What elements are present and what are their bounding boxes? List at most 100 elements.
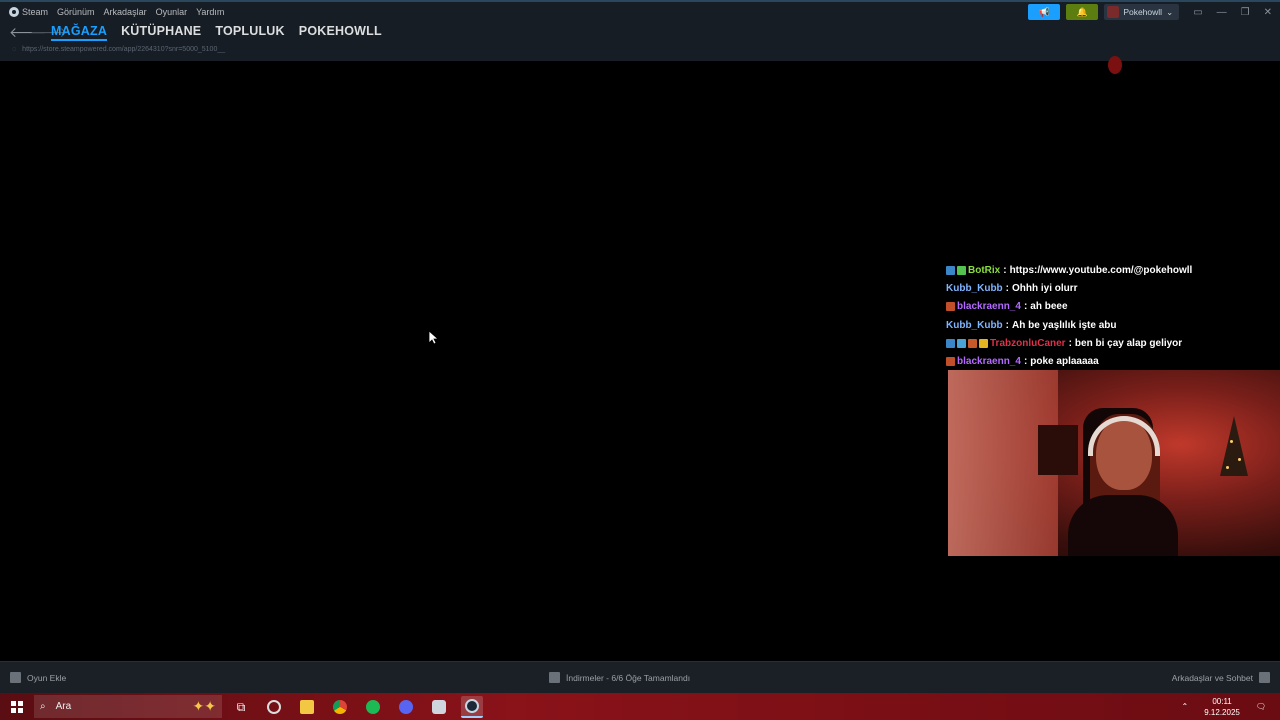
chat-badge-icon — [946, 338, 955, 348]
chat-username: TrabzonluCaner — [990, 337, 1066, 349]
tab-community[interactable]: TOPLULUK — [215, 24, 284, 41]
clock-date: 9.12.2025 — [1204, 707, 1240, 717]
webcam-overlay — [948, 370, 1280, 556]
close-icon[interactable]: ✕ — [1264, 7, 1272, 18]
nav-tabs: MAĞAZA KÜTÜPHANE TOPLULUK POKEHOWLL — [51, 24, 382, 41]
downloads-button[interactable]: İndirmeler - 6/6 Öğe Tamamlandı — [549, 672, 690, 683]
chat-badge-icon — [946, 357, 955, 367]
chat-text: Ah be yaşlılık işte abu — [1012, 319, 1117, 331]
menu-view[interactable]: Görünüm — [57, 7, 95, 17]
tab-store[interactable]: MAĞAZA — [51, 24, 108, 41]
menu-steam[interactable]: Steam — [9, 7, 48, 17]
clock-time: 00:11 — [1212, 696, 1232, 706]
back-arrow-icon[interactable]: 🡐 — [9, 24, 47, 41]
chat-badge-icon — [957, 338, 966, 348]
system-tray: ⌃ 00:11 9.12.2025 🗨 — [1182, 693, 1280, 720]
chat-badge-icon — [946, 265, 955, 275]
steam-header: Steam Görünüm Arkadaşlar Oyunlar Yardım … — [0, 0, 1280, 61]
add-game-button[interactable]: Oyun Ekle — [10, 672, 66, 683]
menu-help[interactable]: Yardım — [196, 7, 224, 17]
url-bar: ◌ https://store.steampowered.com/app/226… — [12, 46, 225, 53]
stream-chat-overlay: BotRix: https://www.youtube.com/@pokehowl… — [946, 261, 1192, 371]
chat-text: poke aplaaaaa — [1030, 356, 1099, 368]
tree-light — [1230, 440, 1233, 443]
steam-bottom-bar: Oyun Ekle İndirmeler - 6/6 Öğe Tamamland… — [0, 661, 1280, 693]
chat-username: blackraenn_4 — [957, 301, 1021, 313]
forward-arrow-icon[interactable]: 🡒 — [30, 24, 68, 41]
stream-watermark-logo — [1108, 56, 1122, 74]
chat-separator: : — [1068, 337, 1072, 349]
friends-chat-button[interactable]: Arkadaşlar ve Sohbet — [1172, 672, 1270, 683]
notification-center-icon[interactable]: 🗨 — [1256, 702, 1266, 711]
chat-text: https://www.youtube.com/@pokehowll — [1009, 264, 1193, 276]
header-actions: 📢 🔔 Pokehowll ⌄ ▭ — ❐ ✕ — [1028, 4, 1272, 20]
account-name: Pokehowll — [1123, 7, 1163, 17]
chat-separator: : — [1005, 282, 1009, 294]
monitor-icon[interactable]: ▭ — [1193, 7, 1202, 18]
chat-message: blackraenn_4: poke aplaaaaa — [946, 352, 1192, 370]
chat-message: Kubb_Kubb: Ah be yaşlılık işte abu — [946, 316, 1192, 334]
chat-message: TrabzonluCaner: ben bi çay alap geliyor — [946, 334, 1192, 352]
spotify-icon[interactable] — [362, 696, 384, 718]
christmas-tree — [1220, 416, 1248, 476]
tree-light — [1226, 466, 1229, 469]
chat-text: Ohhh iyi olurr — [1012, 282, 1078, 294]
search-icon: ⌕ — [40, 701, 46, 712]
chevron-up-icon[interactable]: ⌃ — [1182, 702, 1189, 711]
chat-username: Kubb_Kubb — [946, 319, 1003, 331]
chat-separator: : — [1003, 264, 1007, 276]
account-menu[interactable]: Pokehowll ⌄ — [1104, 4, 1180, 20]
streamer-body — [1068, 495, 1178, 556]
steam-taskbar-icon[interactable] — [461, 696, 483, 718]
restore-icon[interactable]: ❐ — [1241, 7, 1250, 18]
tab-library[interactable]: KÜTÜPHANE — [121, 24, 201, 41]
performance-monitor-icon[interactable] — [263, 696, 285, 718]
notifications-button[interactable]: 🔔 — [1066, 4, 1099, 20]
download-icon — [549, 672, 560, 683]
chat-message: blackraenn_4: ah beee — [946, 298, 1192, 316]
megaphone-icon: 📢 — [1038, 6, 1050, 17]
loading-icon: ◌ — [12, 46, 17, 53]
chat-text: ah beee — [1030, 301, 1068, 313]
avatar — [1107, 6, 1120, 18]
plus-icon — [10, 672, 21, 683]
chat-username: BotRix — [968, 264, 1001, 276]
obs-icon[interactable] — [428, 696, 450, 718]
chat-separator: : — [1023, 356, 1028, 368]
chat-username: blackraenn_4 — [957, 356, 1021, 368]
window-controls: ▭ — ❐ ✕ — [1193, 7, 1272, 18]
sparkle-icon: ✦✦ — [192, 698, 216, 714]
url-text[interactable]: https://store.steampowered.com/app/22643… — [22, 46, 225, 53]
chat-separator: : — [1005, 319, 1009, 331]
taskbar-apps: ⧉ — [230, 696, 483, 718]
chat-message: BotRix: https://www.youtube.com/@pokehowl… — [946, 261, 1192, 279]
minimize-icon[interactable]: — — [1217, 7, 1227, 18]
chat-badge-icon — [979, 338, 988, 348]
chat-badge-icon — [946, 302, 955, 312]
task-view-icon[interactable]: ⧉ — [230, 696, 252, 718]
menu-games[interactable]: Oyunlar — [156, 7, 188, 17]
taskbar-search[interactable]: ⌕ Ara ✦✦ — [34, 695, 222, 718]
steam-logo-icon — [9, 7, 19, 17]
tree-light — [1238, 458, 1241, 461]
windows-taskbar: ⌕ Ara ✦✦ ⧉ ⌃ 00:11 9.12.2025 🗨 — [0, 693, 1280, 720]
chat-message: Kubb_Kubb: Ohhh iyi olurr — [946, 279, 1192, 297]
windows-start-icon[interactable] — [11, 701, 23, 713]
chat-username: Kubb_Kubb — [946, 282, 1003, 294]
search-input[interactable]: Ara — [56, 701, 72, 712]
steam-nav: 🡐 🡒 MAĞAZA KÜTÜPHANE TOPLULUK POKEHOWLL — [9, 24, 382, 41]
chat-text: ben bi çay alap geliyor — [1074, 337, 1183, 349]
taskbar-clock[interactable]: 00:11 9.12.2025 — [1204, 696, 1240, 718]
chat-separator: : — [1023, 301, 1028, 313]
chat-badge-icon — [957, 265, 966, 275]
steam-menubar: Steam Görünüm Arkadaşlar Oyunlar Yardım — [9, 7, 224, 17]
webcam-shelf — [1038, 425, 1078, 475]
chevron-down-icon: ⌄ — [1166, 6, 1174, 17]
discord-icon[interactable] — [395, 696, 417, 718]
bell-icon: 🔔 — [1076, 6, 1088, 17]
menu-friends[interactable]: Arkadaşlar — [104, 7, 147, 17]
tab-profile[interactable]: POKEHOWLL — [299, 24, 382, 41]
chrome-icon[interactable] — [329, 696, 351, 718]
announcements-button[interactable]: 📢 — [1028, 4, 1061, 20]
file-explorer-icon[interactable] — [296, 696, 318, 718]
